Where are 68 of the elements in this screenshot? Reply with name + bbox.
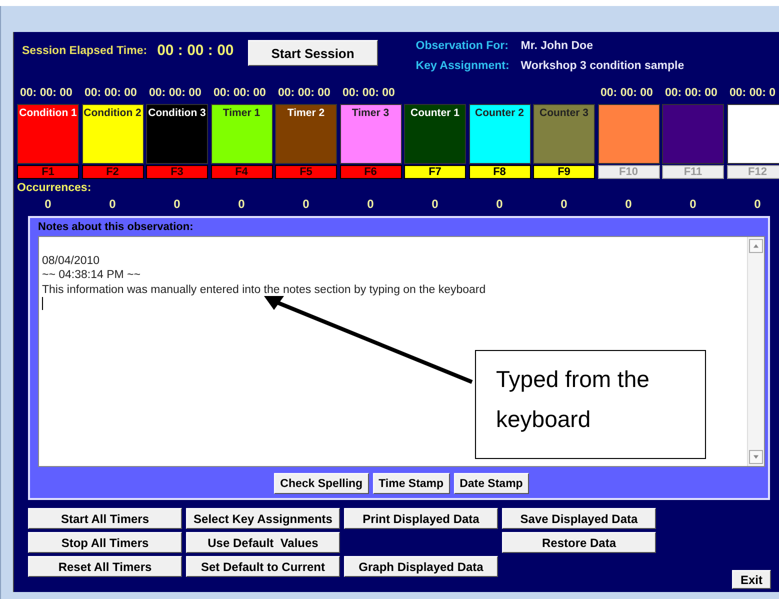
tile-timer: 00: 00: 00 [84, 87, 137, 101]
tile-timer: 00: 00: 00 [665, 87, 718, 101]
occurrence-count: 0 [496, 197, 503, 211]
occurrence-count: 0 [367, 197, 374, 211]
occurrence-count: 0 [625, 197, 632, 211]
action-button[interactable]: Reset All Timers [28, 556, 182, 577]
function-key-label: F8 [468, 165, 530, 179]
action-button[interactable]: Set Default to Current [186, 556, 340, 577]
elapsed-time-label: Session Elapsed Time: [22, 45, 148, 57]
notes-button[interactable]: Date Stamp [454, 473, 529, 494]
occurrence-count: 0 [238, 197, 245, 211]
start-session-button[interactable]: Start Session [248, 40, 378, 66]
action-button[interactable]: Stop All Timers [28, 532, 182, 553]
function-key-label: F7 [404, 165, 466, 179]
key-tile[interactable] [662, 104, 724, 164]
occurrence-count: 0 [560, 197, 568, 211]
key-tile[interactable] [726, 104, 779, 164]
key-tile[interactable]: Counter 1 [404, 104, 466, 164]
tile-timer: 00: 00: 00 [278, 87, 330, 101]
key-tile[interactable]: Condition 2 [82, 104, 144, 164]
function-key-label: F10 [598, 165, 660, 179]
notes-title: Notes about this observation: [38, 221, 194, 233]
tile-timer: 00: 00: 00 [149, 87, 202, 101]
occurrence-count: 0 [754, 197, 761, 211]
key-assignment-label: Key Assignment: [416, 60, 510, 72]
occurrence-count: 0 [432, 197, 438, 211]
action-button[interactable]: Select Key Assignments [186, 508, 340, 529]
action-button[interactable]: Print Displayed Data [344, 508, 498, 529]
key-tile[interactable] [598, 104, 660, 164]
function-key-label: F3 [146, 165, 208, 179]
key-tile[interactable]: Condition 3 [146, 104, 208, 164]
tile-timer: 00: 00: 0 [730, 87, 776, 101]
observation-value: Mr. John Doe [520, 40, 594, 52]
function-key-label: F2 [82, 165, 144, 179]
occurrence-count: 0 [109, 197, 116, 211]
notes-button[interactable]: Check Spelling [274, 473, 369, 494]
function-key-label: F11 [662, 165, 724, 179]
exit-button[interactable]: Exit [732, 570, 771, 589]
key-tile[interactable]: Timer 2 [275, 104, 337, 164]
tile-timer: 00: 00: 00 [214, 87, 266, 101]
key-tile[interactable]: Timer 1 [210, 104, 272, 164]
tile-timer: 00: 00: 00 [342, 87, 395, 101]
key-tile[interactable]: Condition 1 [17, 104, 79, 164]
occurrence-count: 0 [302, 197, 310, 211]
action-button[interactable]: Save Displayed Data [502, 508, 656, 529]
key-tile[interactable]: Counter 3 [533, 104, 595, 164]
action-button[interactable]: Start All Timers [28, 508, 182, 529]
occurrence-count: 0 [174, 197, 180, 211]
observation-label: Observation For: [416, 40, 510, 52]
tile-timer: 00: 00: 00 [600, 87, 653, 101]
occurrences-label: Occurrences: [17, 182, 92, 194]
key-assignment-value: Workshop 3 condition sample [520, 60, 684, 72]
elapsed-time: 00 : 00 : 00 [157, 42, 234, 59]
function-key-label: F4 [210, 165, 272, 179]
key-tile[interactable]: Timer 3 [340, 104, 402, 164]
action-button[interactable]: Restore Data [502, 532, 656, 553]
occurrence-count: 0 [690, 197, 696, 211]
tile-timer: 00: 00: 00 [20, 87, 72, 101]
action-button[interactable]: Graph Displayed Data [344, 556, 498, 577]
function-key-label: F1 [17, 165, 79, 179]
occurrence-count: 0 [44, 197, 52, 211]
function-key-label: F6 [340, 165, 402, 179]
notes-button[interactable]: Time Stamp [372, 473, 450, 494]
function-key-label: F5 [275, 165, 337, 179]
action-button[interactable]: Use Default Values [186, 532, 340, 553]
key-tile[interactable]: Counter 2 [468, 104, 530, 164]
function-key-label: F9 [533, 165, 595, 179]
function-key-label: F12 [726, 165, 779, 179]
